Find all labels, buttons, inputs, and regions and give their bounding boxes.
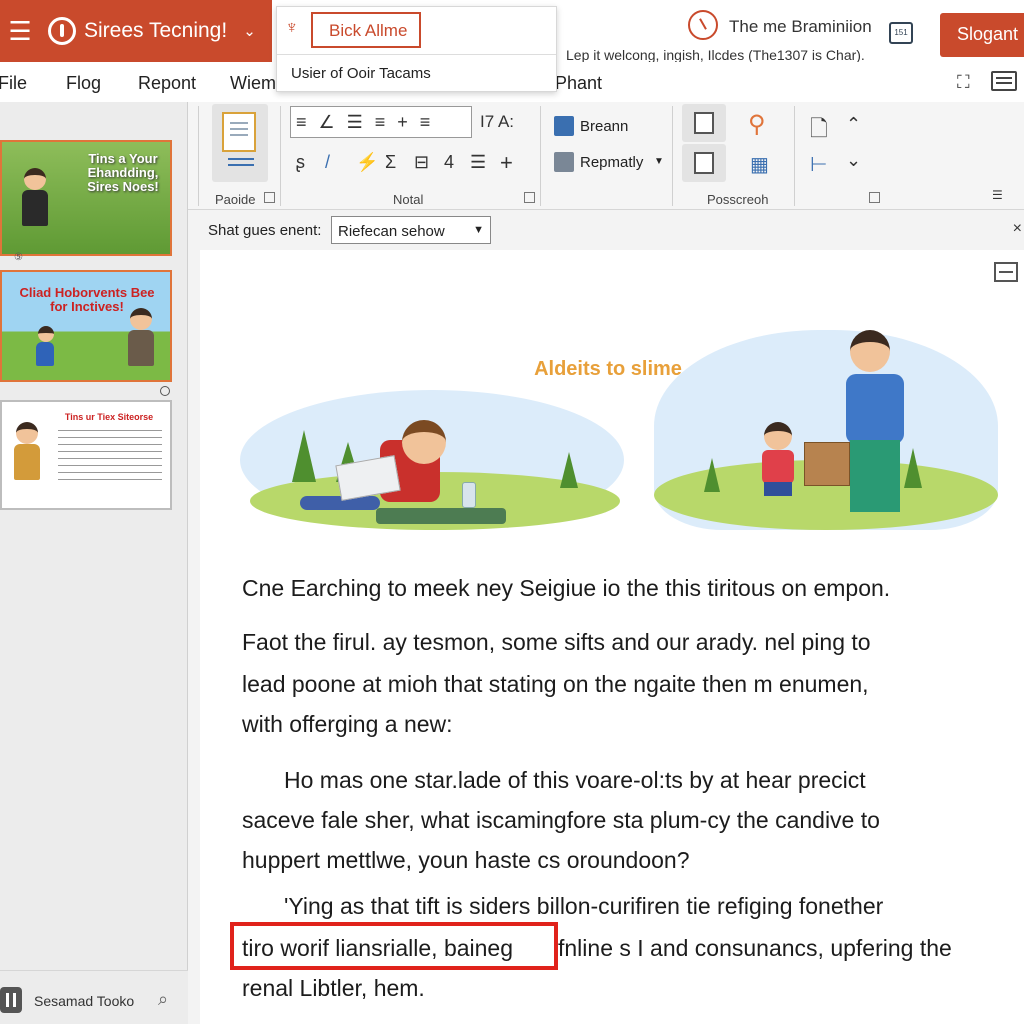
title-dropdown: ♆ Bick Allme Usier of Ooir Tacams <box>276 6 557 92</box>
chevron-up-icon[interactable]: ⌃ <box>846 114 861 135</box>
menu-flog[interactable]: Flog <box>66 73 101 94</box>
status-label: Sesamad Tooko <box>34 993 135 1009</box>
lightbulb-icon[interactable] <box>688 10 718 40</box>
chevron-down-icon[interactable]: ⌄ <box>846 150 861 171</box>
teacher-figure <box>22 168 48 226</box>
alignment-icons[interactable]: ≡∠☰≡+≡ <box>296 112 442 133</box>
child-figure <box>36 326 54 366</box>
ribbon-separator <box>280 106 281 206</box>
ribbon-separator <box>672 106 673 206</box>
paragraph-line: lead poone at mioh that stating on the n… <box>242 671 869 697</box>
calendar-icon[interactable]: 151 <box>889 22 913 44</box>
slide-thumbnail[interactable]: Tins ur Tiex Siteorse <box>0 400 172 510</box>
dropdown-field[interactable]: Bick Allme <box>311 12 421 48</box>
dialog-launcher-icon[interactable] <box>869 192 880 203</box>
format-bar: Shat gues enent: Riefecan sehow ▼ × <box>200 212 1024 248</box>
thumbnail-title: Tins ur Tiex Siteorse <box>64 412 154 422</box>
presenter-figure <box>14 422 40 480</box>
group-label-paste: Paoide <box>215 192 256 207</box>
paste-button[interactable] <box>212 104 268 182</box>
dropdown-item[interactable]: Usier of Ooir Tacams <box>291 65 431 82</box>
strike-icon[interactable]: ⚡ <box>356 152 378 173</box>
father-child-illustration <box>654 330 998 530</box>
dialog-launcher-icon[interactable] <box>264 192 275 203</box>
thumbnail-text-lines <box>58 430 162 431</box>
repmatly-button[interactable]: Repmatly <box>580 154 643 171</box>
divider <box>277 54 556 55</box>
paragraph-line: saceve fale sher, what iscamingfore sta … <box>242 807 880 833</box>
slide-thumbnail[interactable]: Cliad Hoborvents Bee for Inctives! <box>0 270 172 382</box>
document-subtitle: Lep it welcong, ingish, Ilcdes (The1307 … <box>566 47 865 63</box>
slide-thumbnails-pane: Tins a Your Ehandding, Sires Noes! ⑤ Cli… <box>0 102 188 1024</box>
page-layout-button[interactable] <box>682 104 726 142</box>
pause-icon[interactable] <box>0 987 22 1013</box>
format-select-value: Riefecan sehow <box>338 223 445 240</box>
chevron-down-icon: ▼ <box>473 224 484 236</box>
sigma-icon[interactable]: Σ <box>385 152 396 173</box>
document-icon[interactable]: 🗋 <box>810 112 828 150</box>
comments-icon[interactable]: ⌕ <box>158 989 168 1010</box>
dialog-launcher-icon[interactable] <box>524 192 535 203</box>
breann-button[interactable]: Breann <box>580 118 628 135</box>
group-label-posscreoh: Posscreoh <box>707 192 769 207</box>
format-label: Shat gues enent: <box>208 222 322 239</box>
thumbnail-title: Tins a Your Ehandding, Sires Noes! <box>87 151 159 194</box>
slide-number-icon: ⑤ <box>14 252 23 263</box>
chevron-down-icon[interactable]: ▼ <box>654 156 664 167</box>
paragraph-line: with offerging a new: <box>242 711 453 737</box>
list-icon[interactable]: ☰ <box>470 152 486 173</box>
menu-phant[interactable]: Phant <box>555 73 602 94</box>
ribbon-separator <box>794 106 795 206</box>
ribbon-separator <box>198 106 199 206</box>
document-title: The me Braminiion <box>729 17 872 36</box>
elder-figure <box>128 308 154 366</box>
bookmark-icon <box>554 116 574 136</box>
italic-icon[interactable]: ʂ <box>296 152 305 173</box>
hamburger-menu-icon[interactable]: ☰ <box>0 16 40 47</box>
ribbon-options-icon[interactable]: ☰ <box>992 188 1003 202</box>
status-bar: Sesamad Tooko ⌕ <box>0 970 188 1024</box>
chevron-down-icon[interactable]: ⌄ <box>243 22 256 40</box>
paragraph-line: 'Ying as that tift is siders billon-curi… <box>284 893 884 919</box>
font-size-label[interactable]: I7 A: <box>480 112 514 132</box>
menu-repont[interactable]: Repont <box>138 73 196 94</box>
slogan-button[interactable]: Slogant <box>940 13 1024 57</box>
pen-tool-icon[interactable]: / <box>325 152 330 173</box>
app-logo-icon <box>48 17 76 45</box>
app-brand: ☰ Sirees Tecning! ⌄ <box>0 0 272 62</box>
menu-file[interactable]: File <box>0 73 27 94</box>
hierarchy-icon[interactable]: ⊢ <box>810 152 827 177</box>
paragraph-line: renal Libtler, hem. <box>242 975 425 1001</box>
paragraph-line: Faot the firul. ay tesmon, some sifts an… <box>242 629 871 655</box>
paragraph-line: Ho mas one star.lade of this voare-ol:ts… <box>284 767 866 793</box>
paragraph-line: Cne Earching to meek ney Seigiue io the … <box>242 575 891 601</box>
printer-icon <box>554 152 574 172</box>
calculator-icon[interactable]: ⊟ <box>414 152 429 173</box>
group-label-notal: Notal <box>393 192 424 207</box>
collapse-pane-icon[interactable] <box>994 262 1018 282</box>
add-icon[interactable]: + <box>500 150 513 176</box>
selection-highlight-box <box>230 922 558 970</box>
reading-child-illustration <box>240 390 624 530</box>
clipboard-icon <box>222 112 256 152</box>
number-tool[interactable]: 4 <box>444 152 454 173</box>
pin-icon[interactable]: ⛶ <box>957 72 970 93</box>
branch-icon: ♆ <box>285 17 299 37</box>
paragraph-line: fnline s I and consunancs, upfering the <box>558 935 952 961</box>
ribbon-separator <box>540 106 541 206</box>
document-list-button[interactable] <box>682 144 726 182</box>
app-name: Sirees Tecning! <box>84 19 228 42</box>
window-icon[interactable] <box>991 71 1017 91</box>
slide-marker-icon <box>160 386 170 396</box>
slide-thumbnail[interactable]: Tins a Your Ehandding, Sires Noes! <box>0 140 172 256</box>
format-lines-icon <box>228 158 254 160</box>
menu-wiem[interactable]: Wiem <box>230 73 276 94</box>
close-icon[interactable]: × <box>1013 220 1022 238</box>
paragraph-line: huppert mettlwe, youn haste cs oroundoon… <box>242 847 690 873</box>
grid-icon[interactable]: ▦ <box>750 152 769 177</box>
format-select[interactable]: Riefecan sehow ▼ <box>331 216 491 244</box>
search-icon[interactable]: ⚲ <box>748 110 766 139</box>
